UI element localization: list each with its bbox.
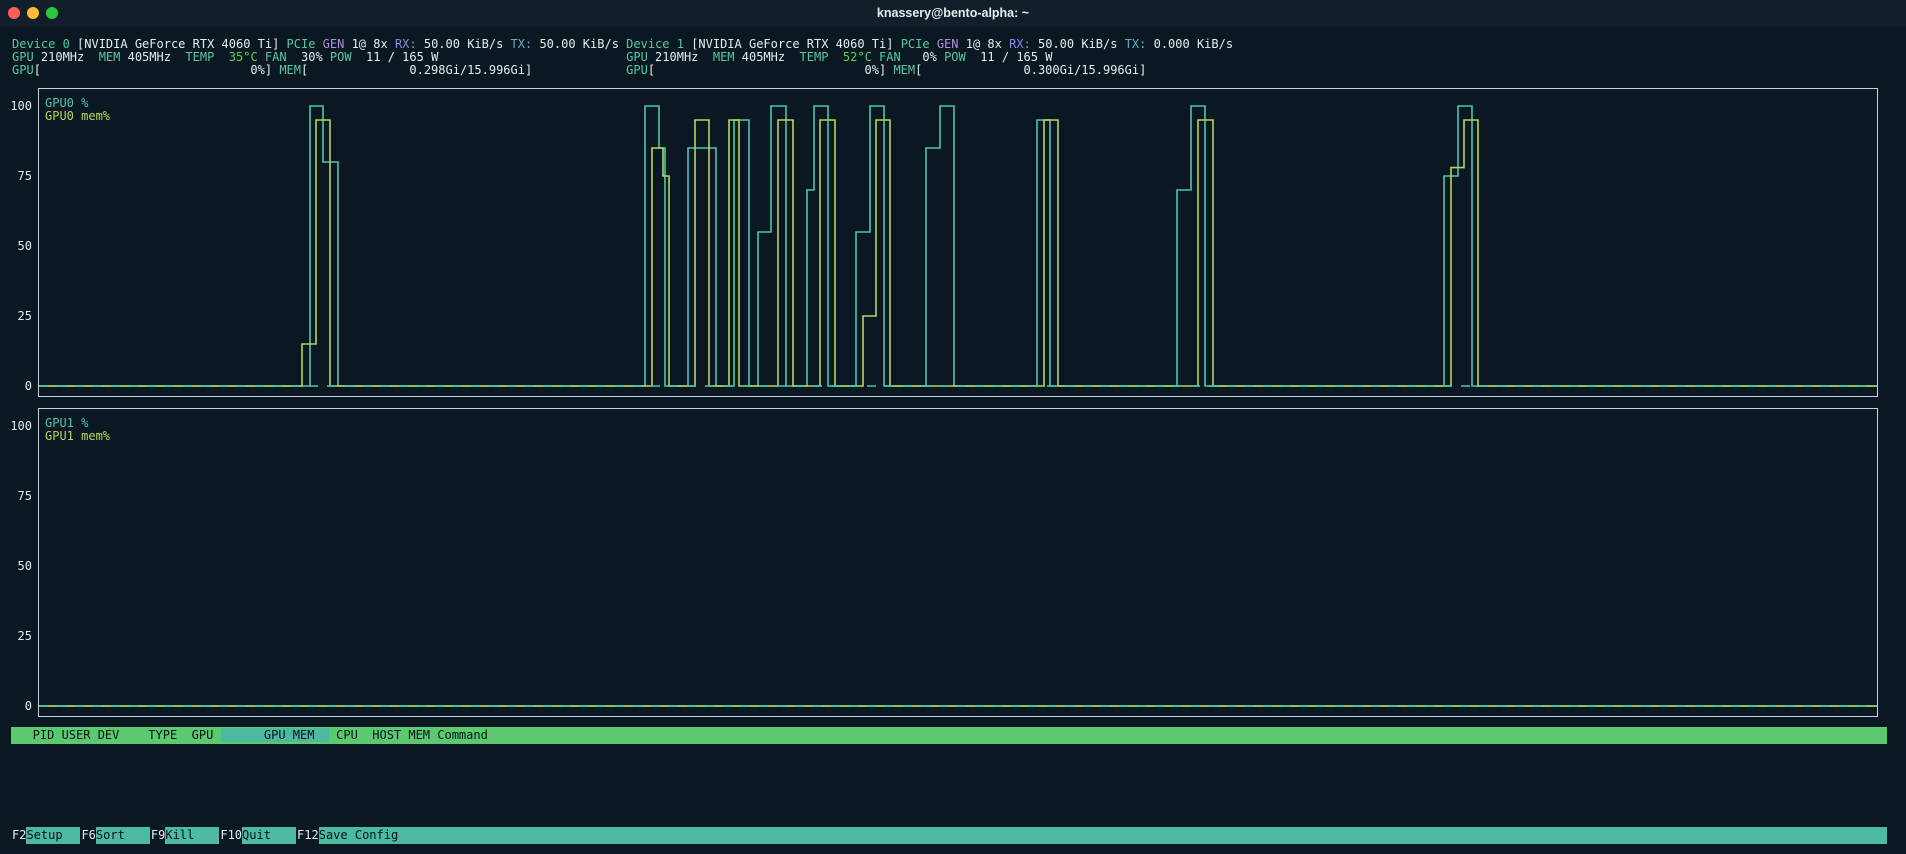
text-segment: [ 0.298Gi/15.996Gi] — [301, 63, 532, 77]
text-segment: GPU — [626, 63, 648, 77]
y-axis-tick: 25 — [0, 310, 32, 323]
fkey-action-sort[interactable]: Sort — [96, 827, 150, 844]
text-segment: [ 0%] — [648, 63, 894, 77]
text-segment: 1@ 8x — [352, 37, 395, 51]
text-segment: MEM — [893, 63, 915, 77]
terminal-window: knassery@bento-alpha: ~ Device 0 [NVIDIA… — [0, 0, 1906, 854]
device-info: Device 0 [NVIDIA GeForce RTX 4060 Ti] PC… — [12, 38, 1233, 77]
text-segment: TX: — [1125, 37, 1154, 51]
text-segment: 210MHz — [655, 50, 713, 64]
text-segment: GPU — [12, 63, 34, 77]
text-segment: 35°C — [229, 50, 265, 64]
text-segment: 50.00 KiB/s — [539, 37, 626, 51]
text-segment: POW — [944, 50, 980, 64]
window-title: knassery@bento-alpha: ~ — [0, 0, 1906, 27]
y-axis-tick: 0 — [0, 380, 32, 393]
fkey-action-setup[interactable]: Setup — [26, 827, 80, 844]
text-segment: POW — [330, 50, 366, 64]
chart-canvas — [39, 409, 1877, 716]
text-segment — [438, 50, 626, 64]
legend-entry: GPU1 mem% — [45, 430, 110, 443]
y-axis-tick: 50 — [0, 560, 32, 573]
text-segment: TEMP — [185, 50, 228, 64]
text-segment: GEN — [937, 37, 966, 51]
y-axis-tick: 75 — [0, 170, 32, 183]
text-segment: 50.00 KiB/s — [1038, 37, 1125, 51]
text-segment: 0% — [922, 50, 944, 64]
text-segment: MEM — [279, 63, 301, 77]
fkey-action-quit[interactable]: Quit — [242, 827, 296, 844]
text-segment: [ 0%] — [34, 63, 280, 77]
text-segment: FAN — [879, 50, 922, 64]
fkey-f2[interactable]: F2 — [11, 827, 26, 844]
y-axis-tick: 50 — [0, 240, 32, 253]
fkey-f9[interactable]: F9 — [150, 827, 165, 844]
text-segment: PID USER DEV TYPE GPU — [11, 728, 221, 742]
text-segment: [ 0.300Gi/15.996Gi] — [915, 63, 1146, 77]
text-segment: GPU — [12, 50, 41, 64]
y-axis-tick: 100 — [0, 420, 32, 433]
text-segment: RX: — [395, 37, 424, 51]
fkey-f10[interactable]: F10 — [219, 827, 242, 844]
y-axis-tick: 0 — [0, 700, 32, 713]
text-segment: MEM — [99, 50, 128, 64]
text-segment: PCIe — [901, 37, 937, 51]
fkey-action-save-config[interactable]: Save Config — [319, 827, 1887, 844]
fkey-bar: F2SetupF6SortF9KillF10QuitF12Save Config — [11, 827, 1887, 844]
gpu0-chart: GPU0 %GPU0 mem% — [38, 88, 1878, 397]
text-segment: CPU HOST MEM Command — [329, 728, 488, 742]
text-segment: 0.000 KiB/s — [1154, 37, 1233, 51]
text-segment: GPU — [626, 50, 655, 64]
fkey-f6[interactable]: F6 — [80, 827, 95, 844]
text-segment: 405MHz — [128, 50, 186, 64]
gpu1-chart: GPU1 %GPU1 mem% — [38, 408, 1878, 717]
text-segment: 1@ 8x — [966, 37, 1009, 51]
text-segment: [NVIDIA GeForce RTX 4060 Ti] — [691, 37, 901, 51]
text-segment: [NVIDIA GeForce RTX 4060 Ti] — [77, 37, 287, 51]
text-segment: 11 / 165 W — [366, 50, 438, 64]
text-segment: FAN — [265, 50, 301, 64]
text-segment: 52°C — [843, 50, 879, 64]
chart-legend: GPU0 %GPU0 mem% — [45, 97, 110, 123]
fkey-action-kill[interactable]: Kill — [165, 827, 219, 844]
text-segment: PCIe — [287, 37, 323, 51]
text-segment: GEN — [323, 37, 352, 51]
text-segment — [532, 63, 626, 77]
legend-entry: GPU0 mem% — [45, 110, 110, 123]
fkey-f12[interactable]: F12 — [296, 827, 319, 844]
series-gpu0-mem- — [39, 120, 1877, 386]
chart-legend: GPU1 %GPU1 mem% — [45, 417, 110, 443]
process-table-header[interactable]: PID USER DEV TYPE GPU GPU MEM CPU HOST M… — [11, 727, 1887, 744]
chart-canvas — [39, 89, 1877, 396]
text-segment: RX: — [1009, 37, 1038, 51]
y-axis-tick: 100 — [0, 100, 32, 113]
device-info-line-3: GPU[ 0%] MEM[ 0.298Gi/15.996Gi] GPU[ 0%]… — [12, 64, 1233, 77]
text-segment: 405MHz — [742, 50, 800, 64]
titlebar: knassery@bento-alpha: ~ — [0, 0, 1906, 27]
y-axis-tick: 75 — [0, 490, 32, 503]
text-segment: Device 1 — [626, 37, 691, 51]
text-segment: 30% — [301, 50, 330, 64]
text-segment: 50.00 KiB/s — [424, 37, 511, 51]
gpu1-chart-y-axis: 100 75 50 25 0 — [0, 408, 33, 717]
text-segment: MEM — [713, 50, 742, 64]
y-axis-tick: 25 — [0, 630, 32, 643]
text-segment: 210MHz — [41, 50, 99, 64]
gpu0-chart-y-axis: 100 75 50 25 0 — [0, 88, 33, 397]
text-segment: TEMP — [800, 50, 843, 64]
text-segment: Device 0 — [12, 37, 77, 51]
nvtop-screen: Device 0 [NVIDIA GeForce RTX 4060 Ti] PC… — [0, 27, 1906, 854]
text-segment: TX: — [511, 37, 540, 51]
text-segment: 11 / 165 W — [980, 50, 1052, 64]
text-segment: GPU MEM — [221, 728, 329, 742]
